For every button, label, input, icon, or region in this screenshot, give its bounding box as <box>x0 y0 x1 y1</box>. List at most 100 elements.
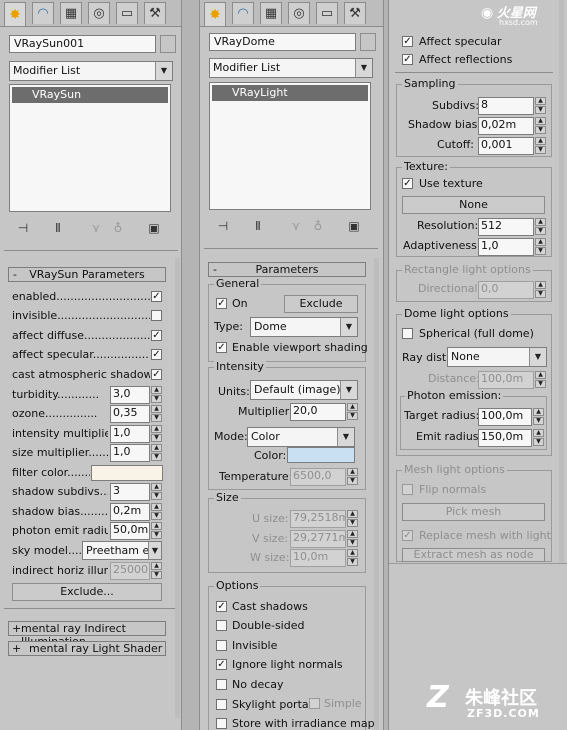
flip-normals-checkbox[interactable] <box>402 484 413 495</box>
modifier-stack[interactable]: VRayLight <box>209 82 371 210</box>
param-spinner-value[interactable]: 3,0 <box>110 386 150 404</box>
create-tab[interactable]: ✸ <box>204 2 226 26</box>
create-tab[interactable]: ✸ <box>4 2 26 26</box>
param-spinner[interactable]: 3,0 ▲ ▼ <box>110 386 162 404</box>
stack-item-selected[interactable]: VRaySun <box>12 87 168 103</box>
target-radius-value[interactable]: 100,0m <box>478 408 532 426</box>
motion-tab[interactable]: ◎ <box>288 2 310 24</box>
affect-reflections-checkbox[interactable]: ✓ <box>402 54 413 65</box>
resolution-value[interactable]: 512 <box>478 218 534 236</box>
spinner-up-icon[interactable]: ▲ <box>151 425 162 433</box>
emit-radius-value[interactable]: 150,0m <box>478 429 532 447</box>
motion-tab[interactable]: ◎ <box>88 2 110 24</box>
subdivs-value[interactable]: 8 <box>478 97 534 115</box>
shadow-bias-value[interactable]: 0,02m <box>478 117 534 135</box>
param-checkbox[interactable]: ✓ <box>151 369 162 380</box>
vraysun-parameters-rollout[interactable]: - VRaySun Parameters <box>8 267 166 282</box>
spinner-up-icon[interactable]: ▲ <box>535 371 546 379</box>
texture-none-button[interactable]: None <box>402 196 545 214</box>
spinner-down-icon[interactable]: ▼ <box>533 438 544 446</box>
modifier-list-dropdown[interactable]: Modifier List ▼ <box>209 58 373 78</box>
emit-radius-spinner[interactable]: 150,0m ▲ ▼ <box>478 429 544 447</box>
object-color-swatch[interactable] <box>360 33 376 51</box>
option-checkbox[interactable] <box>216 640 227 651</box>
object-color-swatch[interactable] <box>160 35 176 53</box>
hierarchy-tab[interactable]: ▦ <box>260 2 282 24</box>
units-dropdown[interactable]: Default (image) ▼ <box>250 380 358 400</box>
display-tab[interactable]: ▭ <box>316 2 338 24</box>
spinner-down-icon[interactable]: ▼ <box>151 512 162 520</box>
w-size-spinner[interactable]: 10,0m ▲ ▼ <box>290 549 358 567</box>
option-checkbox[interactable]: ✓ <box>216 601 227 612</box>
param-spinner-value[interactable]: 1,0 <box>110 444 150 462</box>
spinner-up-icon[interactable]: ▲ <box>347 549 358 557</box>
show-end-result-icon[interactable]: Ⅱ <box>250 218 266 234</box>
filter-color-swatch[interactable] <box>91 465 163 481</box>
replace-mesh-checkbox[interactable]: ✓ <box>402 530 413 541</box>
dome-color-swatch[interactable] <box>287 447 355 463</box>
spinner-down-icon[interactable]: ▼ <box>151 492 162 500</box>
spinner-down-icon[interactable]: ▼ <box>347 558 358 566</box>
param-spinner-value[interactable]: 0,35 <box>110 405 150 423</box>
param-checkbox[interactable]: ✓ <box>151 330 162 341</box>
param-spinner-value[interactable]: 0,2m <box>110 503 150 521</box>
adaptiveness-value[interactable]: 1,0 <box>478 238 534 256</box>
parameters-rollout[interactable]: - Parameters <box>208 262 366 277</box>
spherical-checkbox[interactable] <box>402 328 413 339</box>
param-spinner-value[interactable]: 50,0m <box>110 522 150 540</box>
sky-model-dropdown[interactable]: Preetham et ▼ <box>82 541 162 560</box>
option-checkbox[interactable] <box>216 718 227 729</box>
modify-tab[interactable]: ◠ <box>32 2 54 24</box>
make-unique-icon[interactable]: ⋎ <box>288 218 304 234</box>
spinner-up-icon[interactable]: ▲ <box>533 429 544 437</box>
w-size-value[interactable]: 10,0m <box>290 549 346 567</box>
multiplier-spinner[interactable]: 20,0 ▲ ▼ <box>290 403 358 421</box>
object-name-field[interactable]: VRaySun001 <box>9 35 156 53</box>
adaptiveness-spinner[interactable]: 1,0 ▲ ▼ <box>478 238 546 256</box>
extract-mesh-button[interactable]: Extract mesh as node <box>402 548 545 562</box>
spinner-down-icon[interactable]: ▼ <box>535 227 546 235</box>
spinner-up-icon[interactable]: ▲ <box>151 503 162 511</box>
middle-scrollbar[interactable] <box>374 258 379 730</box>
distance-value[interactable]: 100,0m <box>478 371 534 389</box>
param-spinner[interactable]: 3 ▲ ▼ <box>110 483 162 501</box>
pin-stack-icon[interactable]: ⊣ <box>215 218 231 234</box>
mr-light-shader-rollout[interactable]: + mental ray Light Shader <box>8 641 166 656</box>
spinner-up-icon[interactable]: ▲ <box>533 408 544 416</box>
remove-modifier-icon[interactable]: ♁ <box>310 218 326 234</box>
param-spinner-value[interactable]: 3 <box>110 483 150 501</box>
mode-dropdown[interactable]: Color ▼ <box>247 427 355 447</box>
distance-spinner[interactable]: 100,0m ▲ ▼ <box>478 371 546 389</box>
param-checkbox[interactable]: ✓ <box>151 291 162 302</box>
spinner-down-icon[interactable]: ▼ <box>533 417 544 425</box>
spinner-up-icon[interactable]: ▲ <box>535 137 546 145</box>
option-checkbox[interactable] <box>216 699 227 710</box>
spinner-down-icon[interactable]: ▼ <box>347 477 358 485</box>
spinner-down-icon[interactable]: ▼ <box>151 395 162 403</box>
spinner-up-icon[interactable]: ▲ <box>347 510 358 518</box>
param-checkbox[interactable] <box>151 310 162 321</box>
u-size-value[interactable]: 79,2518m <box>290 510 346 528</box>
spinner-down-icon[interactable]: ▼ <box>347 412 358 420</box>
spinner-up-icon[interactable]: ▲ <box>535 218 546 226</box>
resolution-spinner[interactable]: 512 ▲ ▼ <box>478 218 546 236</box>
spinner-up-icon[interactable]: ▲ <box>151 386 162 394</box>
simple-checkbox[interactable] <box>309 698 320 709</box>
spinner-down-icon[interactable]: ▼ <box>151 571 162 579</box>
spinner-down-icon[interactable]: ▼ <box>535 106 546 114</box>
spinner-down-icon[interactable]: ▼ <box>151 434 162 442</box>
spinner-up-icon[interactable]: ▲ <box>347 468 358 476</box>
param-spinner[interactable]: 0,35 ▲ ▼ <box>110 405 162 423</box>
v-size-spinner[interactable]: 29,2771m ▲ ▼ <box>290 530 358 548</box>
option-checkbox[interactable] <box>216 620 227 631</box>
spinner-down-icon[interactable]: ▼ <box>151 414 162 422</box>
spinner-down-icon[interactable]: ▼ <box>151 531 162 539</box>
mr-indirect-rollout[interactable]: + mental ray Indirect Illumination <box>8 621 166 648</box>
param-spinner[interactable]: 25000, ▲ ▼ <box>110 562 162 580</box>
spinner-up-icon[interactable]: ▲ <box>535 117 546 125</box>
spinner-down-icon[interactable]: ▼ <box>535 380 546 388</box>
spinner-down-icon[interactable]: ▼ <box>535 290 546 298</box>
spinner-up-icon[interactable]: ▲ <box>151 405 162 413</box>
param-spinner[interactable]: 0,2m ▲ ▼ <box>110 503 162 521</box>
directional-value[interactable]: 0,0 <box>478 281 534 299</box>
